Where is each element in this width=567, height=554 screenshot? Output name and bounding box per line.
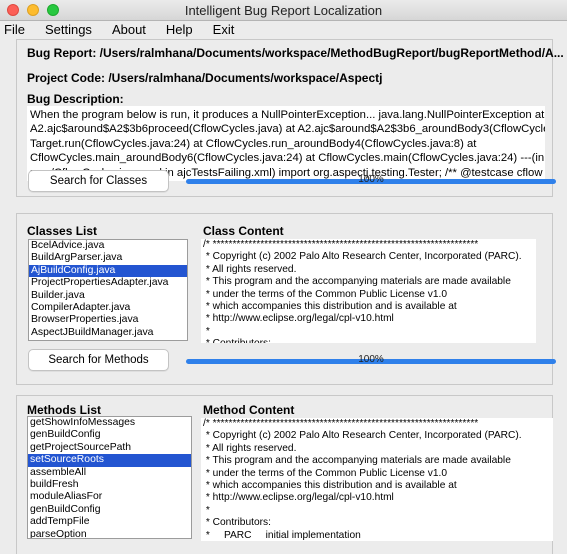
description-line: A2.ajc$around$A2$3b6proceed(CflowCycles.… bbox=[30, 123, 545, 136]
window-title: Intelligent Bug Report Localization bbox=[184, 3, 383, 18]
list-item[interactable]: addTempFile bbox=[28, 516, 191, 528]
description-line: Target.run(CflowCycles.java:24) at Cflow… bbox=[30, 137, 477, 150]
bug-description-label: Bug Description: bbox=[27, 92, 124, 106]
class-content-text[interactable]: /* *************************************… bbox=[201, 239, 536, 343]
code-line: * http://www.eclipse.org/legal/cpl-v10.h… bbox=[203, 313, 394, 325]
methods-progress-text: 100% bbox=[358, 354, 384, 365]
menu-about[interactable]: About bbox=[102, 21, 156, 38]
code-line: * http://www.eclipse.org/legal/cpl-v10.h… bbox=[203, 492, 394, 504]
code-line: * Contributors: bbox=[203, 517, 271, 529]
code-line: * Copyright (c) 2002 Palo Alto Research … bbox=[203, 430, 522, 442]
code-line: * under the terms of the Common Public L… bbox=[203, 288, 448, 300]
code-line: * This program and the accompanying mate… bbox=[203, 276, 511, 288]
menu-help[interactable]: Help bbox=[156, 21, 203, 38]
code-line: /* *************************************… bbox=[203, 239, 479, 250]
list-item[interactable]: CompilerAdapter.java bbox=[29, 302, 187, 314]
code-line: * Contributors: bbox=[203, 338, 536, 343]
search-classes-button[interactable]: Search for Classes bbox=[28, 170, 169, 192]
class-content-label: Class Content bbox=[203, 224, 284, 238]
list-item[interactable]: setSourceRoots bbox=[28, 454, 191, 467]
description-line: CflowCycles.main_aroundBody6(CflowCycles… bbox=[30, 152, 545, 165]
list-item[interactable]: BcelAdvice.java bbox=[29, 240, 187, 252]
code-line: * PARC initial implementation bbox=[203, 529, 361, 541]
list-item[interactable]: AjBuildConfig.java bbox=[29, 264, 187, 278]
list-item[interactable]: AspectJBuildManager.java bbox=[29, 327, 187, 339]
description-line: When the program below is run, it produc… bbox=[30, 109, 545, 121]
menu-settings[interactable]: Settings bbox=[35, 21, 102, 38]
list-item[interactable]: BuildArgParser.java bbox=[29, 252, 187, 264]
code-line: * Copyright (c) 2002 Palo Alto Research … bbox=[203, 251, 522, 263]
list-item[interactable]: buildFresh bbox=[28, 479, 191, 491]
code-line: * which accompanies this distribution an… bbox=[203, 480, 457, 492]
menu-exit[interactable]: Exit bbox=[203, 21, 245, 38]
code-line: * All rights reserved. bbox=[203, 442, 297, 454]
code-line: * which accompanies this distribution an… bbox=[203, 301, 457, 313]
bug-report-path: Bug Report: /Users/ralmhana/Documents/wo… bbox=[27, 46, 564, 60]
title-bar: Intelligent Bug Report Localization bbox=[0, 0, 567, 21]
code-line: * All rights reserved. bbox=[203, 263, 297, 275]
project-code-path: Project Code: /Users/ralmhana/Documents/… bbox=[27, 71, 383, 85]
menu-file[interactable]: File bbox=[0, 21, 35, 38]
list-item[interactable]: ProjectPropertiesAdapter.java bbox=[29, 277, 187, 289]
method-content-text[interactable]: /* *************************************… bbox=[201, 418, 553, 541]
menu-bar: File Settings About Help Exit bbox=[0, 21, 567, 38]
list-item[interactable]: genBuildConfig bbox=[28, 504, 191, 516]
code-line: /* *************************************… bbox=[203, 418, 479, 429]
list-item[interactable]: getProjectSourcePath bbox=[28, 442, 191, 454]
classes-list-label: Classes List bbox=[27, 224, 98, 238]
list-item[interactable]: moduleAliasFor bbox=[28, 491, 191, 503]
list-item[interactable]: BrowserProperties.java bbox=[29, 314, 187, 326]
methods-list-label: Methods List bbox=[27, 403, 101, 417]
methods-list[interactable]: getShowInfoMessages genBuildConfig getProj… bbox=[27, 416, 192, 539]
classes-progress-text: 100% bbox=[358, 174, 384, 185]
list-item[interactable]: assembleAll bbox=[28, 467, 191, 479]
code-line: * bbox=[203, 325, 210, 337]
code-line: * This program and the accompanying mate… bbox=[203, 455, 511, 467]
code-line: * under the terms of the Common Public L… bbox=[203, 467, 448, 479]
search-methods-button[interactable]: Search for Methods bbox=[28, 349, 169, 371]
code-line: * bbox=[203, 504, 210, 516]
list-item[interactable]: getShowInfoMessages bbox=[28, 417, 191, 429]
list-item[interactable]: genBuildConfig bbox=[28, 429, 191, 441]
list-item[interactable]: parseOption bbox=[28, 529, 191, 538]
method-content-label: Method Content bbox=[203, 403, 295, 417]
classes-list[interactable]: BcelAdvice.java BuildArgParser.java AjBuil… bbox=[28, 239, 188, 341]
list-item[interactable]: Builder.java bbox=[29, 290, 187, 302]
